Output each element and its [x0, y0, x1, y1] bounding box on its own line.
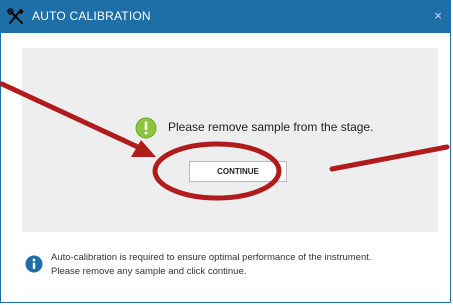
continue-button[interactable]: CONTINUE [189, 161, 287, 182]
info-icon [25, 255, 43, 273]
exclamation-icon [135, 117, 157, 139]
dialog-title: AUTO CALIBRATION [32, 9, 151, 23]
info-description: Auto-calibration is required to ensure o… [51, 251, 446, 279]
close-icon[interactable]: × [431, 8, 445, 24]
auto-calibration-dialog: AUTO CALIBRATION × Please remove sample … [0, 0, 451, 303]
tools-icon [7, 8, 25, 26]
info-line-2: Please remove any sample and click conti… [51, 266, 247, 277]
title-bar: AUTO CALIBRATION × [1, 1, 450, 33]
instruction-message: Please remove sample from the stage. [168, 120, 374, 134]
info-line-1: Auto-calibration is required to ensure o… [51, 252, 372, 263]
instruction-panel: Please remove sample from the stage. CON… [22, 48, 438, 232]
